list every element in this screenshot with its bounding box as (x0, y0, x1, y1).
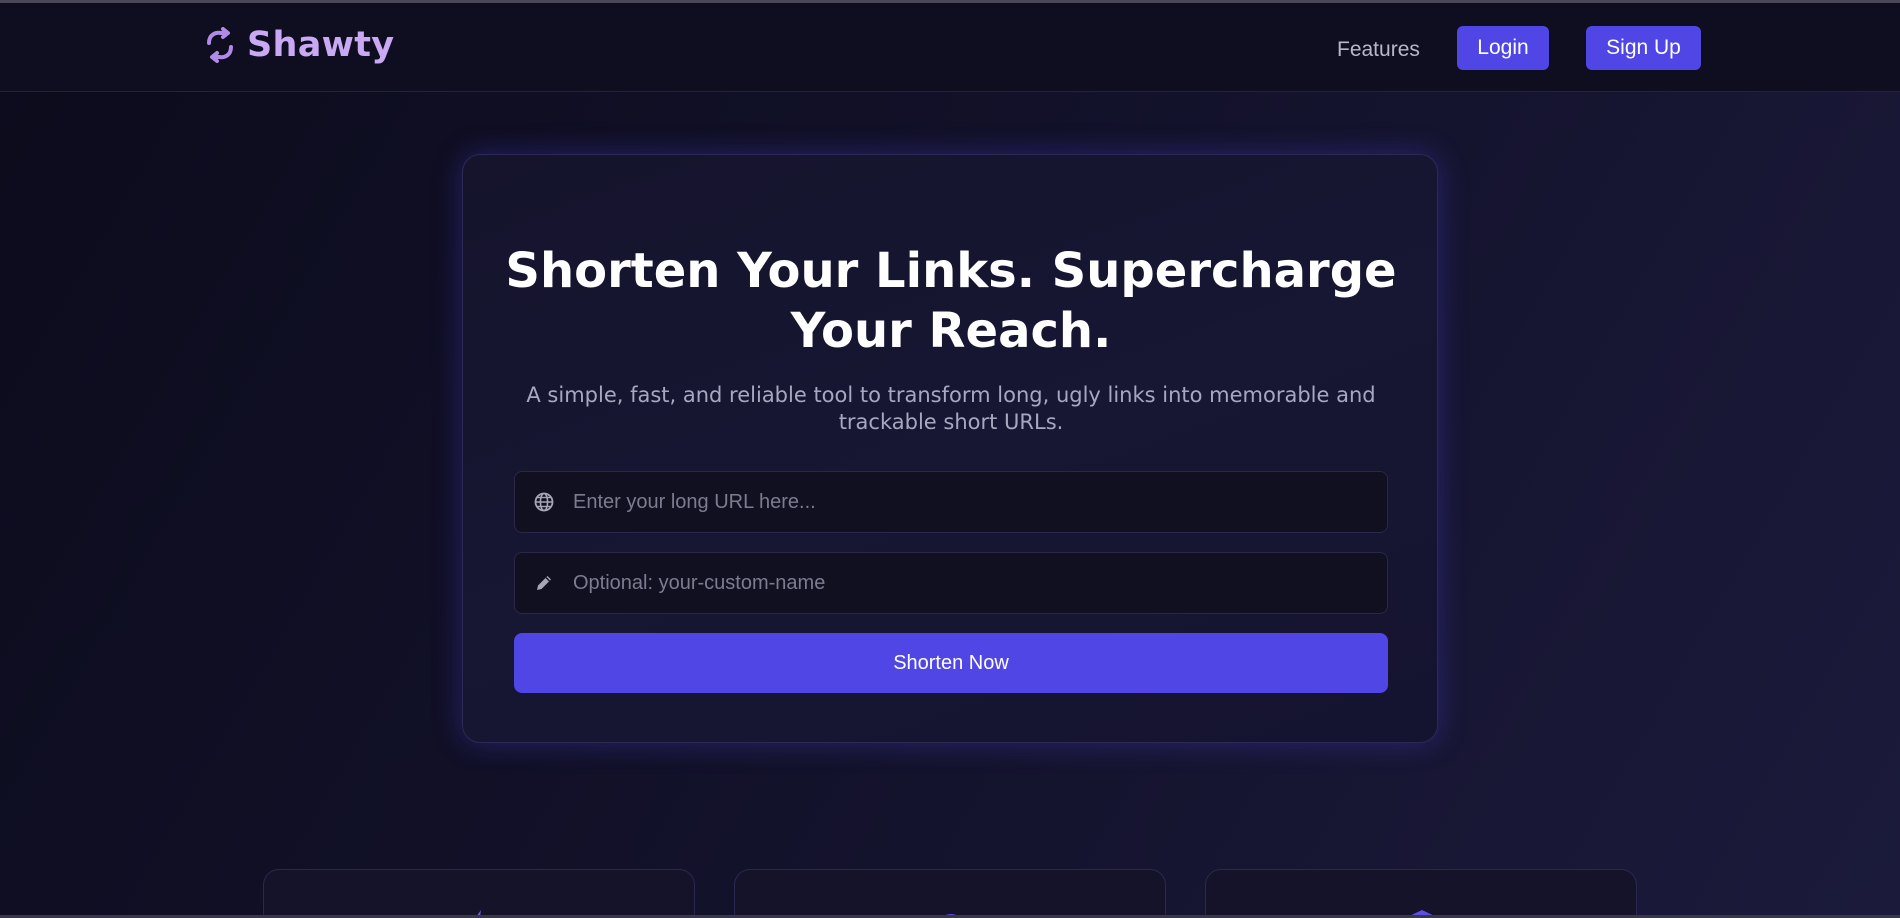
hero-title: Shorten Your Links. Supercharge Your Rea… (463, 241, 1439, 361)
url-input-wrapper (514, 471, 1388, 533)
globe-icon (515, 492, 573, 512)
feature-card-2 (734, 869, 1166, 918)
hero-subtitle-line-1: A simple, fast, and reliable tool to tra… (526, 383, 1376, 407)
signup-button[interactable]: Sign Up (1586, 26, 1701, 70)
nav-features-link[interactable]: Features (1337, 38, 1420, 62)
login-button[interactable]: Login (1457, 26, 1549, 70)
brand-logo[interactable]: Shawty (203, 25, 394, 65)
feature-card-1 (263, 869, 695, 918)
pencil-icon (515, 573, 573, 593)
hero-subtitle: A simple, fast, and reliable tool to tra… (523, 382, 1379, 436)
link-icon (203, 27, 237, 63)
hero-subtitle-line-2: trackable short URLs. (838, 410, 1064, 434)
hero-title-line-2: Your Reach. (790, 303, 1112, 359)
hero-card: Shorten Your Links. Supercharge Your Rea… (462, 154, 1438, 743)
top-navbar: Shawty Features Login Sign Up (0, 3, 1900, 92)
brand-name: Shawty (247, 25, 395, 65)
custom-name-input[interactable] (573, 553, 1387, 613)
url-input[interactable] (573, 472, 1387, 532)
shorten-now-button[interactable]: Shorten Now (514, 633, 1388, 693)
feature-card-3 (1205, 869, 1637, 918)
custom-name-input-wrapper (514, 552, 1388, 614)
hero-title-line-1: Shorten Your Links. Supercharge (505, 243, 1397, 299)
